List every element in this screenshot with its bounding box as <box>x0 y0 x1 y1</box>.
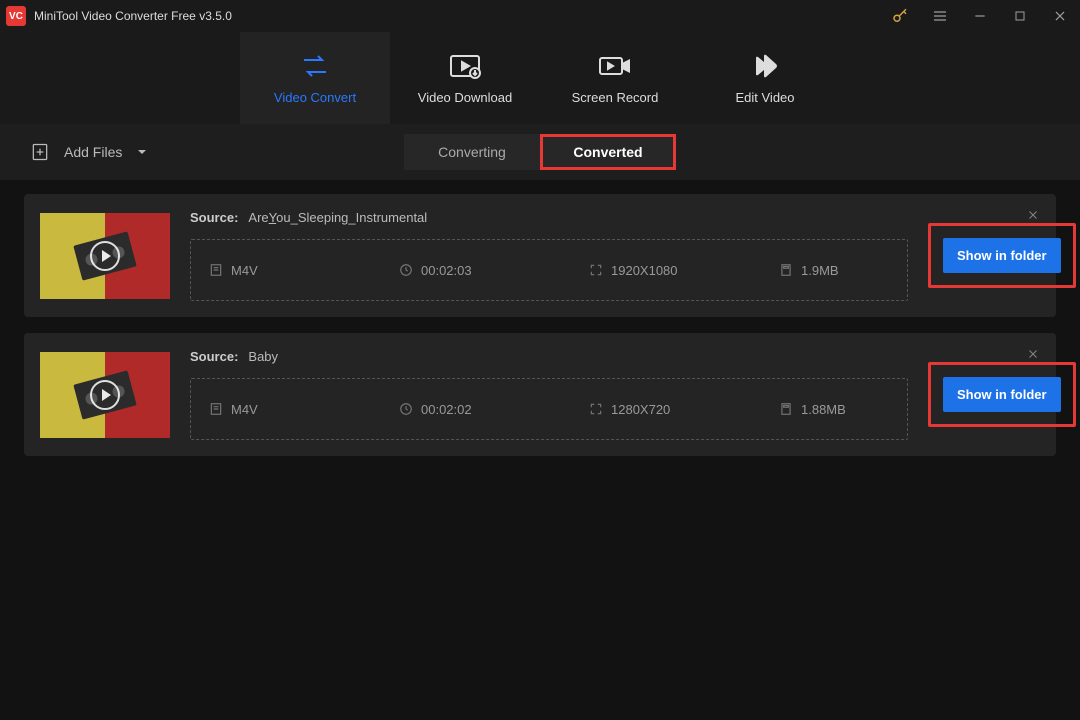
filesize-icon <box>779 402 793 416</box>
show-in-folder-button[interactable]: Show in folder <box>943 377 1061 412</box>
source-label: Source: <box>190 210 238 225</box>
source-label: Source: <box>190 349 238 364</box>
tab-label: Screen Record <box>572 90 659 105</box>
resolution-icon <box>589 402 603 416</box>
file-list: Source: AreYou_Sleeping_Instrumental M4V… <box>0 180 1080 486</box>
highlight-box: Show in folder <box>928 223 1076 288</box>
close-window-button[interactable] <box>1040 0 1080 32</box>
format-icon <box>209 402 223 416</box>
app-title: MiniTool Video Converter Free v3.5.0 <box>34 9 232 23</box>
play-icon <box>90 241 120 271</box>
maximize-button[interactable] <box>1000 0 1040 32</box>
format-value: M4V <box>231 263 258 278</box>
clock-icon <box>399 402 413 416</box>
toolbar: Add Files Converting Converted <box>0 124 1080 180</box>
sub-tabs: Converting Converted <box>404 134 676 170</box>
titlebar: VC MiniTool Video Converter Free v3.5.0 <box>0 0 1080 32</box>
source-filename: Baby <box>248 349 278 364</box>
tab-video-download[interactable]: Video Download <box>390 32 540 124</box>
tab-screen-record[interactable]: Screen Record <box>540 32 690 124</box>
app-logo: VC <box>6 6 26 26</box>
format-value: M4V <box>231 402 258 417</box>
tab-video-convert[interactable]: Video Convert <box>240 32 390 124</box>
convert-icon <box>297 52 333 80</box>
tab-edit-video[interactable]: Edit Video <box>690 32 840 124</box>
thumbnail[interactable] <box>40 213 170 299</box>
highlight-box: Show in folder <box>928 362 1076 427</box>
tab-label: Video Download <box>418 90 512 105</box>
source-filename: AreYou_Sleeping_Instrumental <box>248 210 427 225</box>
add-file-icon <box>30 142 50 162</box>
remove-card-button[interactable] <box>1024 206 1042 224</box>
filesize-icon <box>779 263 793 277</box>
size-value: 1.9MB <box>801 263 839 278</box>
edit-icon <box>747 52 783 80</box>
tab-label: Video Convert <box>274 90 356 105</box>
add-files-label: Add Files <box>64 144 122 160</box>
subtab-converted[interactable]: Converted <box>540 134 676 170</box>
chevron-down-icon <box>136 146 148 158</box>
resolution-value: 1280X720 <box>611 402 670 417</box>
download-icon <box>447 52 483 80</box>
file-card: Source: AreYou_Sleeping_Instrumental M4V… <box>24 194 1056 317</box>
remove-card-button[interactable] <box>1024 345 1042 363</box>
minimize-button[interactable] <box>960 0 1000 32</box>
hamburger-menu-icon[interactable] <box>920 0 960 32</box>
format-icon <box>209 263 223 277</box>
show-in-folder-button[interactable]: Show in folder <box>943 238 1061 273</box>
duration-value: 00:02:02 <box>421 402 472 417</box>
clock-icon <box>399 263 413 277</box>
file-meta: M4V 00:02:02 1280X720 1.88MB <box>190 378 908 440</box>
record-icon <box>597 52 633 80</box>
duration-value: 00:02:03 <box>421 263 472 278</box>
tab-label: Edit Video <box>735 90 794 105</box>
activate-key-icon[interactable] <box>880 0 920 32</box>
file-meta: M4V 00:02:03 1920X1080 1.9MB <box>190 239 908 301</box>
size-value: 1.88MB <box>801 402 846 417</box>
add-files-button[interactable]: Add Files <box>30 142 148 162</box>
file-card: Source: Baby M4V 00:02:02 1280X720 1.88M… <box>24 333 1056 456</box>
subtab-converting[interactable]: Converting <box>404 134 540 170</box>
feature-tabs: Video Convert Video Download Screen Reco… <box>0 32 1080 124</box>
resolution-icon <box>589 263 603 277</box>
thumbnail[interactable] <box>40 352 170 438</box>
play-icon <box>90 380 120 410</box>
resolution-value: 1920X1080 <box>611 263 678 278</box>
